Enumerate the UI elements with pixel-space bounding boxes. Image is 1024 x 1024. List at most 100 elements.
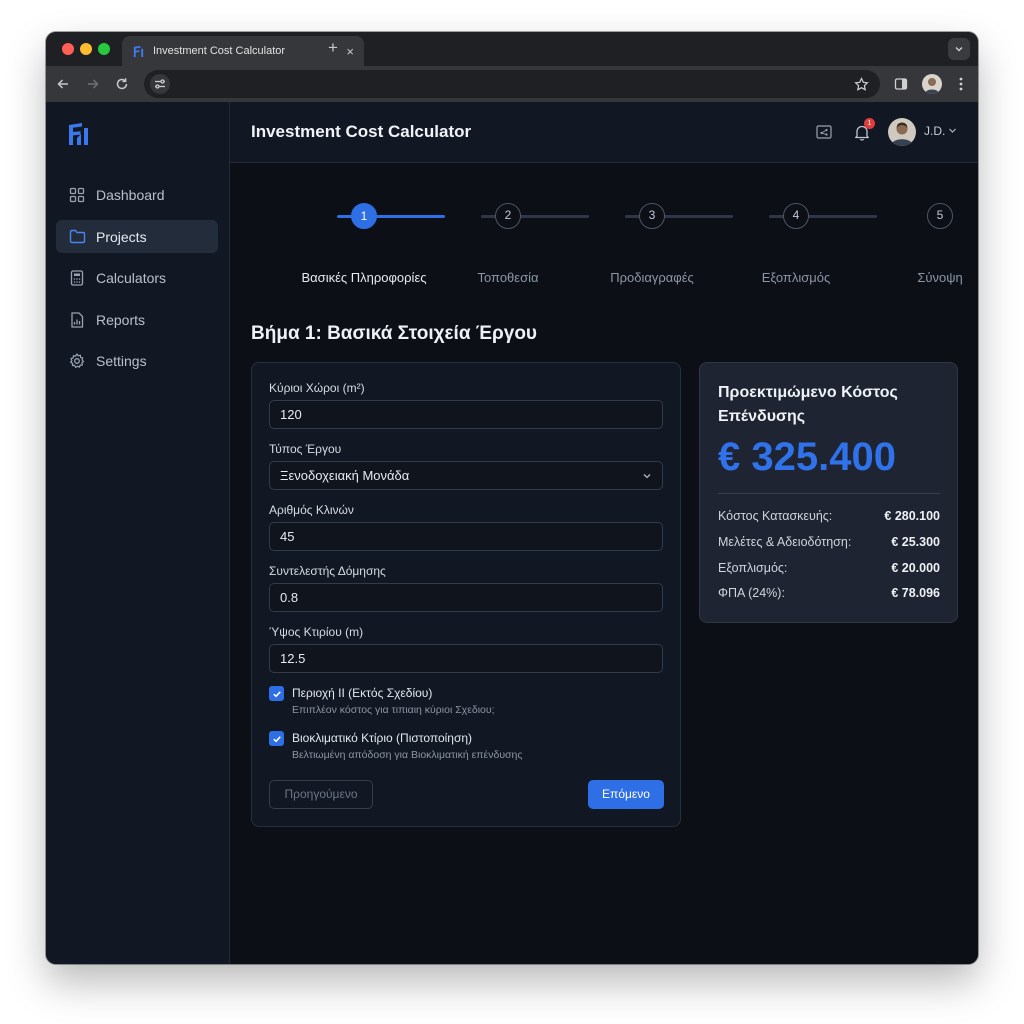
bioclimatic-checkbox[interactable] [269, 731, 284, 746]
forward-button[interactable] [84, 75, 102, 93]
reload-icon [116, 78, 128, 90]
beds-label: Αριθμός Κλινών [269, 503, 354, 517]
zone-checkbox-description: Επιπλέον κόστος για τιπιαιη κύριοι Σχεδι… [292, 704, 495, 716]
step-3-indicator[interactable]: 3 [639, 203, 665, 229]
reload-button[interactable] [113, 75, 131, 93]
user-name[interactable]: J.D. [924, 124, 945, 138]
sidebar-item-dashboard[interactable]: Dashboard [56, 178, 218, 211]
building-height-label: Ύψος Κτιρίου (m) [269, 625, 364, 639]
summary-divider [718, 493, 940, 494]
checkmark-icon [272, 690, 281, 697]
sidebar: Dashboard Projects Calculators Reports S… [46, 102, 230, 964]
app-logo[interactable] [68, 122, 90, 151]
chevron-down-icon[interactable] [948, 126, 957, 135]
project-type-select[interactable]: Ξενοδοχειακή Μονάδα [269, 461, 663, 490]
back-button[interactable] [54, 75, 72, 93]
tab-close-icon[interactable]: × [346, 45, 354, 58]
side-panel-icon [894, 78, 908, 90]
browser-toolbar [46, 66, 978, 102]
folder-icon [68, 228, 86, 246]
sidebar-item-projects[interactable]: Projects [56, 220, 218, 253]
address-bar[interactable] [144, 70, 880, 98]
calculator-icon [68, 269, 86, 287]
window-minimize-button[interactable] [80, 43, 92, 55]
app-logo-icon [69, 123, 88, 145]
new-tab-button[interactable]: + [328, 39, 338, 57]
side-panel-button[interactable] [892, 75, 910, 93]
notification-badge: 1 [864, 118, 875, 129]
arrow-left-icon [57, 79, 68, 89]
breakdown-label: Εξοπλισμός: [718, 561, 788, 575]
user-avatar-icon [891, 122, 913, 146]
sidebar-item-label: Settings [96, 352, 147, 369]
previous-button[interactable]: Προηγούμενο [269, 780, 373, 809]
breakdown-row: Μελέτες & Αδειοδότηση: € 25.300 [718, 535, 940, 553]
grid-icon [68, 186, 86, 204]
next-button[interactable]: Επόμενο [588, 780, 664, 809]
beds-input[interactable]: 45 [269, 522, 663, 551]
breakdown-label: ΦΠΑ (24%): [718, 586, 785, 600]
sidebar-item-calculators[interactable]: Calculators [56, 261, 218, 294]
project-form: Κύριοι Χώροι (m²) 120 Τύπος Έργου Ξενοδο… [251, 362, 681, 827]
step-4-label: Εξοπλισμός [761, 270, 831, 285]
report-icon [68, 311, 86, 329]
summary-total: € 325.400 [718, 435, 896, 479]
browser-window: Investment Cost Calculator × + Dashboard… [46, 32, 978, 964]
breakdown-value: € 280.100 [884, 509, 940, 523]
breakdown-value: € 25.300 [891, 535, 940, 549]
step-4-indicator[interactable]: 4 [783, 203, 809, 229]
notifications-button[interactable]: 1 [852, 118, 875, 142]
main-areas-input[interactable]: 120 [269, 400, 663, 429]
zone-checkbox-label[interactable]: Περιοχή II (Εκτός Σχεδίου) [292, 686, 432, 700]
sidebar-item-label: Reports [96, 311, 146, 328]
app-favicon-icon [133, 45, 144, 57]
chevron-down-icon [643, 474, 651, 479]
browser-menu-button[interactable] [952, 75, 970, 93]
building-height-input[interactable]: 12.5 [269, 644, 663, 673]
browser-profile-avatar[interactable] [922, 74, 942, 94]
bookmark-button[interactable] [852, 75, 870, 93]
step-2-label: Τοποθεσία [477, 270, 539, 285]
sidebar-item-label: Dashboard [96, 186, 165, 203]
more-vertical-icon [959, 77, 963, 91]
share-screen-icon [816, 125, 832, 139]
tab-search-button[interactable] [948, 38, 970, 60]
step-2-indicator[interactable]: 2 [495, 203, 521, 229]
main-areas-label: Κύριοι Χώροι (m²) [269, 381, 365, 395]
window-zoom-button[interactable] [98, 43, 110, 55]
zone-checkbox[interactable] [269, 686, 284, 701]
step-1-label: Βασικές Πληροφορίες [301, 270, 427, 285]
user-avatar-icon [925, 78, 939, 94]
breakdown-value: € 78.096 [891, 586, 940, 600]
star-icon [853, 76, 869, 91]
building-coefficient-label: Συντελεστής Δόμησης [269, 564, 386, 578]
sidebar-item-reports[interactable]: Reports [56, 303, 218, 336]
browser-tabstrip: Investment Cost Calculator × + [46, 32, 978, 66]
share-button[interactable] [814, 122, 834, 142]
breakdown-row: ΦΠΑ (24%): € 78.096 [718, 586, 940, 604]
step-5-indicator[interactable]: 5 [927, 203, 953, 229]
app-header: Investment Cost Calculator 1 J.D. [230, 102, 978, 163]
breakdown-value: € 20.000 [891, 561, 940, 575]
breakdown-row: Εξοπλισμός: € 20.000 [718, 561, 940, 579]
chevron-down-icon [955, 47, 963, 52]
project-type-label: Τύπος Έργου [269, 442, 342, 456]
sidebar-item-settings[interactable]: Settings [56, 344, 218, 377]
bioclimatic-checkbox-label[interactable]: Βιοκλιματικό Κτίριο (Πιστοποίηση) [292, 731, 472, 745]
checkmark-icon [272, 735, 281, 742]
avatar[interactable] [888, 118, 916, 146]
step-3-label: Προδιαγραφές [610, 270, 694, 285]
page-title: Investment Cost Calculator [251, 122, 472, 141]
step-1-indicator[interactable]: 1 [351, 203, 377, 229]
gear-icon [68, 352, 86, 370]
browser-tab-title: Investment Cost Calculator [153, 45, 286, 57]
project-type-value: Ξενοδοχειακή Μονάδα [280, 468, 410, 483]
building-coefficient-input[interactable]: 0.8 [269, 583, 663, 612]
tune-icon [155, 79, 165, 89]
sidebar-item-label: Calculators [96, 269, 167, 286]
window-close-button[interactable] [62, 43, 74, 55]
summary-title: Προεκτιμώμενο Κόστος Επένδυσης [718, 384, 898, 425]
site-info-button[interactable] [150, 74, 170, 94]
step-5-label: Σύνοψη [917, 270, 963, 285]
step-heading: Βήμα 1: Βασικά Στοιχεία Έργου [251, 323, 537, 344]
